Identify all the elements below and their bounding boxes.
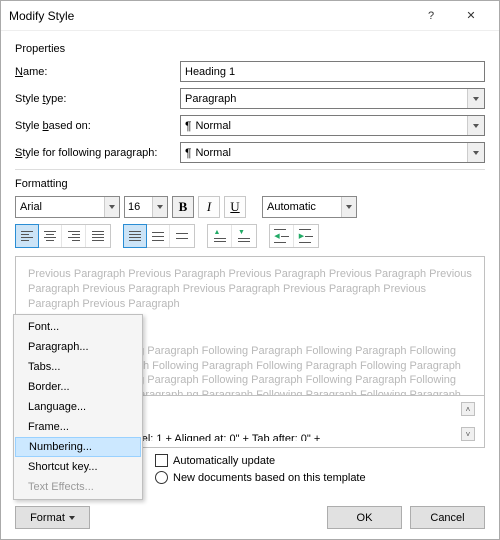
decrease-indent-button[interactable]: ◀ [270, 225, 294, 247]
formatting-group-label: Formatting [15, 178, 485, 190]
name-input[interactable] [180, 61, 485, 82]
menu-shortcut[interactable]: Shortcut key... [14, 457, 142, 477]
formatting-toolbar: Arial 16 B I U Automatic [15, 196, 485, 218]
double-spacing-button[interactable] [170, 225, 194, 247]
styletype-value: Paragraph [181, 93, 467, 105]
paragraph-toolbar: ▲ ▼ ◀ ▶ [15, 224, 485, 248]
chevron-down-icon [152, 197, 167, 217]
fontcolor-combo[interactable]: Automatic [262, 196, 357, 218]
preview-prev-text: Previous Paragraph Previous Paragraph Pr… [28, 267, 472, 312]
chevron-down-icon [467, 143, 484, 162]
basedon-label: Style based on: [15, 120, 180, 132]
menu-language[interactable]: Language... [14, 397, 142, 417]
indent-group: ◀ ▶ [269, 224, 319, 248]
new-docs-radio[interactable] [155, 471, 168, 484]
align-center-button[interactable] [38, 225, 62, 247]
description-scrollbar[interactable]: ˄ ˅ [460, 402, 476, 441]
auto-update-label: Automatically update [173, 455, 275, 467]
menu-font[interactable]: Font... [14, 317, 142, 337]
menu-texteffects: Text Effects... [14, 477, 142, 497]
align-justify-button[interactable] [86, 225, 110, 247]
align-left-button[interactable] [15, 224, 39, 248]
fontsize-combo[interactable]: 16 [124, 196, 168, 218]
format-button[interactable]: Format [15, 506, 90, 529]
auto-update-checkbox[interactable] [155, 454, 168, 467]
chevron-down-icon [467, 89, 484, 108]
para-spacing-group: ▲ ▼ [207, 224, 257, 248]
italic-button[interactable]: I [198, 196, 220, 218]
scroll-up-icon[interactable]: ˄ [461, 402, 475, 416]
modify-style-dialog: Modify Style ? ✕ Properties Name: Style … [0, 0, 500, 540]
chevron-down-icon [104, 197, 119, 217]
menu-border[interactable]: Border... [14, 377, 142, 397]
align-group [15, 224, 111, 248]
following-combo[interactable]: ¶Normal [180, 142, 485, 163]
underline-button[interactable]: U [224, 196, 246, 218]
menu-paragraph[interactable]: Paragraph... [14, 337, 142, 357]
align-right-button[interactable] [62, 225, 86, 247]
menu-frame[interactable]: Frame... [14, 417, 142, 437]
basedon-combo[interactable]: ¶Normal [180, 115, 485, 136]
name-label: Name: [15, 66, 180, 78]
increase-indent-button[interactable]: ▶ [294, 225, 318, 247]
titlebar: Modify Style ? ✕ [1, 1, 499, 31]
chevron-down-icon [467, 116, 484, 135]
ok-button[interactable]: OK [327, 506, 402, 529]
basedon-value: ¶Normal [181, 119, 467, 133]
styletype-combo[interactable]: Paragraph [180, 88, 485, 109]
help-button[interactable]: ? [411, 2, 451, 30]
menu-tabs[interactable]: Tabs... [14, 357, 142, 377]
fontsize-value: 16 [125, 201, 152, 213]
decrease-before-button[interactable]: ▼ [232, 225, 256, 247]
menu-numbering[interactable]: Numbering... [15, 437, 141, 457]
font-value: Arial [16, 201, 104, 213]
fontcolor-value: Automatic [263, 201, 341, 213]
single-spacing-button[interactable] [123, 224, 147, 248]
divider [15, 169, 485, 170]
font-combo[interactable]: Arial [15, 196, 120, 218]
styletype-label: Style type: [15, 93, 180, 105]
dialog-content: Properties Name: Style type: Paragraph S… [1, 31, 499, 496]
bold-button[interactable]: B [172, 196, 194, 218]
following-value: ¶Normal [181, 146, 467, 160]
dialog-footer: Format OK Cancel [1, 496, 499, 539]
dialog-title: Modify Style [9, 9, 411, 23]
following-label: Style for following paragraph: [15, 147, 180, 159]
spacing-group [123, 224, 195, 248]
close-button[interactable]: ✕ [451, 2, 491, 30]
scroll-down-icon[interactable]: ˅ [461, 427, 475, 441]
chevron-down-icon [341, 197, 356, 217]
medium-spacing-button[interactable] [146, 225, 170, 247]
properties-group-label: Properties [15, 43, 485, 55]
format-menu: Font... Paragraph... Tabs... Border... L… [13, 314, 143, 500]
increase-before-button[interactable]: ▲ [208, 225, 232, 247]
caret-down-icon [69, 516, 75, 520]
cancel-button[interactable]: Cancel [410, 506, 485, 529]
new-docs-label: New documents based on this template [173, 472, 366, 484]
